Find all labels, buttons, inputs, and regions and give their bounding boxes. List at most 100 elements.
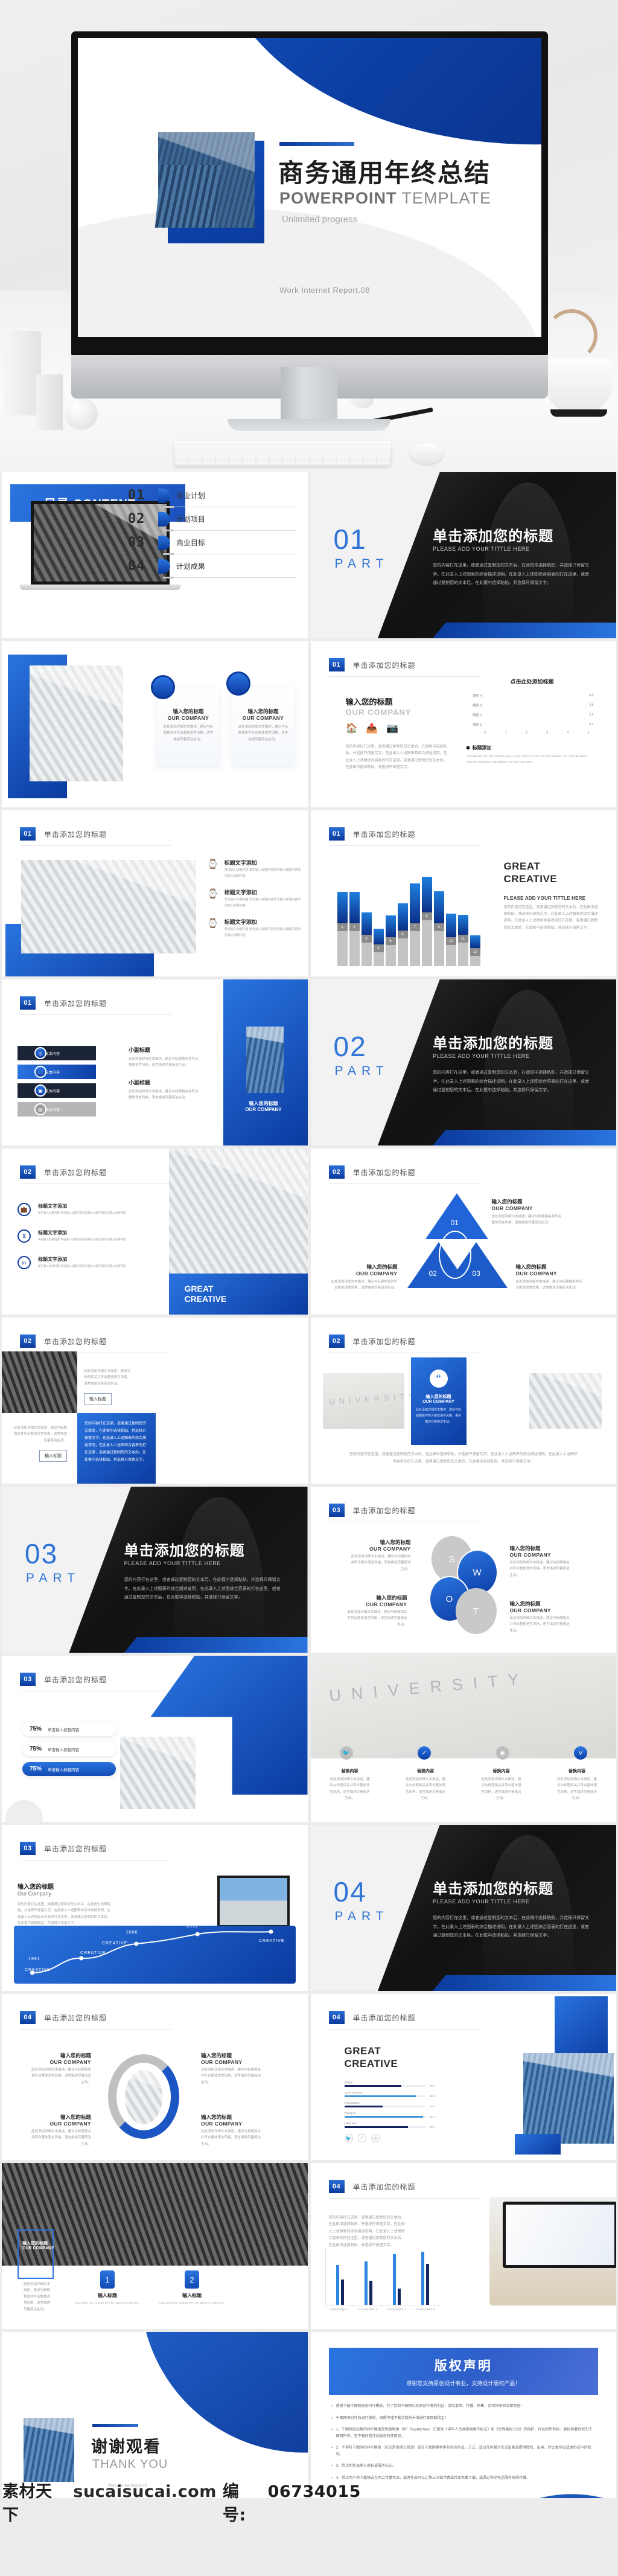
gear-icon[interactable]: ⚙ <box>371 2134 380 2142</box>
part-subtitle: PLEASE ADD YOUR TITTLE HERE <box>433 1898 530 1905</box>
triangle-number: 01 <box>450 1219 459 1227</box>
toc-item[interactable]: 01 商业计划 <box>128 488 299 508</box>
part-title: 单击添加您的标题 <box>433 1036 554 1052</box>
card[interactable]: 输入您的标题 OUR COMPANY 此处添加详细文本描述，建议与标题相关并符合… <box>232 687 294 766</box>
hands-photo <box>125 2070 162 2124</box>
left-title-en: OUR COMPANY <box>345 708 412 717</box>
percent-pill[interactable]: 75% 单击输入标题内容 <box>22 1722 116 1736</box>
slide-thank-you[interactable]: 谢谢观看 THANK YOU Work Internet Report.08 <box>2 2332 308 2498</box>
slide-triangle-diagram[interactable]: 02 单击添加您的标题 01 02 03 输入您的标题 OUR COMPANY … <box>310 1149 616 1315</box>
slide-timeline[interactable]: 03 单击添加您的标题 输入您的标题 Our Company 您的内容打在这里，… <box>2 1825 308 1991</box>
toc-item[interactable]: 02 计划项目 <box>128 511 299 531</box>
progress-label: Design <box>344 2081 353 2084</box>
slide-header: 01 单击添加您的标题 <box>20 827 107 841</box>
percent-pill-active[interactable]: 75% 单击输入标题内容 <box>22 1762 116 1776</box>
slide-part-01[interactable]: 01 PART 单击添加您的标题 PLEASE ADD YOUR TITTLE … <box>310 472 616 638</box>
toc-item[interactable]: 03 商业目标 <box>128 535 299 555</box>
category-label: CATEGORY 4 <box>415 2308 435 2311</box>
instagram-icon[interactable]: ◉ <box>495 1746 509 1760</box>
slide-person-two-steps[interactable]: 输入您的标题 OUR COMPANY 此处添加详细文本描述，建议与标题相关并符合… <box>2 2163 308 2329</box>
part-title: 单击添加您的标题 <box>433 528 554 545</box>
slide-icon-list-imac[interactable]: 02 单击添加您的标题 💼 标题文字添加 单击输入标题内容 单击输入标题内容单击… <box>2 1149 308 1315</box>
slide-circular-arrows[interactable]: 04 单击添加您的标题 输入您的标题 OUR COMPANY 此处添加详细文本描… <box>2 1994 308 2160</box>
bar-bottom <box>409 931 420 966</box>
slide-image-three-items[interactable]: 01 单击添加您的标题 ⌚ 标题文字添加 单击输入标题内容 单击输入标题内容单击… <box>2 810 308 976</box>
progress-value: 47% <box>429 2105 435 2108</box>
step[interactable]: 1 输入标题 Copy paste text. Choose the only … <box>74 2270 141 2304</box>
toc-list: 01 商业计划 02 计划项目 03 商业目标 04 计划成果 <box>128 488 299 582</box>
callout-body: 此处添加详细文本描述，建议与标题相关并符合整体语言风格，语言描述尽量简洁生动。 <box>351 1555 411 1571</box>
card[interactable]: 输入您的标题 OUR COMPANY 此处添加详细文本描述，建议与标题相关并符合… <box>158 687 219 766</box>
bar-category-label: 类别 4 <box>472 694 482 698</box>
progress-value: 78% <box>429 2126 435 2129</box>
slide-part-04[interactable]: 04 PART 单击添加您的标题 PLEASE ADD YOUR TITTLE … <box>310 1825 616 1991</box>
slide-photo-input-labels[interactable]: 02 单击添加您的标题 此处添加详细文本描述，建议与标题相关并符合整体语言风格，… <box>2 1318 308 1484</box>
step-label: 输入标题 <box>98 2293 117 2298</box>
list-row[interactable]: 相关文本内容 <box>18 1102 96 1117</box>
twitter-icon[interactable]: 🐦 <box>339 1746 353 1760</box>
watermark-brand: 素材天下 <box>2 2482 53 2525</box>
watermark: 素材天下 sucaisucai.com 编号: 06734015 <box>2 2478 361 2525</box>
toc-item[interactable]: 04 计划成果 <box>128 559 299 578</box>
imac-stand-foot <box>228 419 390 431</box>
slide-header-number: 01 <box>328 658 345 671</box>
cover-slide: 商务通用年终总结 POWERPOINT TEMPLATE Unlimited p… <box>78 38 541 337</box>
percent-pill[interactable]: 75% 单击输入标题内容 <box>22 1742 116 1756</box>
slide-part-03[interactable]: 03 PART 单击添加您的标题 PLEASE ADD YOUR TITTLE … <box>2 1487 308 1653</box>
chart-bar-row: 类别 3 3.5 <box>467 702 598 708</box>
slide-social-icons[interactable]: UNIVERSITY 🐦 ✓ ◉ V 替换内容 此处添加详细文本描述，建议与标题相… <box>310 1656 616 1822</box>
slide-progress-bars[interactable]: 04 单击添加您的标题 GREAT CREATIVE Design 70% Co… <box>310 1994 616 2160</box>
input-label[interactable]: 输入标题 <box>84 1393 112 1406</box>
slide-image-two-cards[interactable]: 📎 输入您的标题 OUR COMPANY 此处添加详细文本描述，建议与标题相关并… <box>2 641 308 807</box>
input-label[interactable]: 输入标题 <box>39 1450 67 1463</box>
slide-four-row-list[interactable]: 01 单击添加您的标题 相关文本内容 相关文本内容 相关文本内容 相关文本内容 … <box>2 979 308 1145</box>
slide-header-title: 单击添加您的标题 <box>44 1168 107 1177</box>
imac-mockup: 商务通用年终总结 POWERPOINT TEMPLATE Unlimited p… <box>71 31 548 399</box>
left-title-cn: 输入您的标题 <box>18 1884 54 1891</box>
slide-header-number: 04 <box>20 2011 36 2024</box>
list-row[interactable]: 相关文本内容 <box>18 1065 96 1079</box>
bar-month-label: 1 <box>337 923 348 931</box>
step-label: 输入标题 <box>182 2293 202 2298</box>
list-item[interactable]: ⌚ 标题文字添加 单击输入标题内容 单击输入标题内容单击输入标题内容单击输入标题… <box>207 859 304 879</box>
callout-title-en: OUR COMPANY <box>356 1270 398 1277</box>
list-row[interactable]: 相关文本内容 <box>18 1083 96 1098</box>
part-dark-panel <box>377 1825 616 1991</box>
bar-bottom <box>397 938 408 966</box>
slide-horizontal-bar-chart[interactable]: 01 单击添加您的标题 输入您的标题 OUR COMPANY 🏠 📤 📷 您的内… <box>310 641 616 807</box>
slide-twelve-bar-chart[interactable]: 01 单击添加您的标题 1 2 3 4 5 6 7 8 9 10 11 12 G… <box>310 810 616 976</box>
imac-thumb <box>217 1876 290 1927</box>
slide-header-number: 02 <box>20 1165 36 1179</box>
slide-column-chart-laptop[interactable]: 04 单击添加您的标题 您的内容打在这里，或者通过复制您的文本后，在此框中选择粘… <box>310 2163 616 2329</box>
pill-label: 单击输入标题内容 <box>48 1728 80 1732</box>
list-row[interactable]: 相关文本内容 <box>18 1046 96 1060</box>
list-item[interactable]: ⌚ 标题文字添加 单击输入标题内容 单击输入标题内容单击输入标题内容单击输入标题… <box>207 918 304 938</box>
slide-header: 01 单击添加您的标题 <box>20 996 107 1010</box>
slide-swot-analysis[interactable]: 03 单击添加您的标题 S W O T 输入您的标题 OUR COMPANY 此… <box>310 1487 616 1653</box>
facebook-icon[interactable]: f <box>357 2134 366 2142</box>
copyright-line: ▪ 1、千图网站出售的PPT模板是免版税类（RF: Royalty-free）正版… <box>331 2427 596 2440</box>
list-item[interactable]: in 标题文字添加 单击输入标题内容 单击输入标题内容单击输入标题内容单击输入标… <box>18 1256 126 1269</box>
callout-title-en: OUR COMPANY <box>201 2059 243 2065</box>
bar-month-label: 4 <box>373 944 384 952</box>
list-item[interactable]: $ 标题文字添加 单击输入标题内容 单击输入标题内容单击输入标题内容单击输入标题… <box>18 1229 126 1243</box>
callout: 输入您的标题 OUR COMPANY 此处添加详细文本描述，建议与标题相关并符合… <box>28 2113 91 2147</box>
part-word: PART <box>334 557 389 571</box>
progress-label: Communication <box>344 2091 363 2094</box>
cover-tagline: Unlimited progress <box>282 214 358 225</box>
step[interactable]: 2 输入标题 Copy paste text. Choose the only … <box>159 2270 225 2304</box>
x-tick: 3 <box>546 731 548 735</box>
upload-box-icon: 📤 <box>366 723 378 734</box>
list-item[interactable]: ⌚ 标题文字添加 单击输入标题内容 单击输入标题内容单击输入标题内容单击输入标题… <box>207 888 304 909</box>
slide-percent-pills[interactable]: 03 单击添加您的标题 75% 单击输入标题内容 75% 单击输入标题内容 75… <box>2 1656 308 1822</box>
twitter-icon[interactable]: 🐦 <box>344 2134 353 2142</box>
slide-quote-three-photos[interactable]: 02 单击添加您的标题 UNIVERSITY “ 输入您的标题 OUR COMP… <box>310 1318 616 1484</box>
vimeo-icon[interactable]: V <box>574 1746 587 1760</box>
check-icon[interactable]: ✓ <box>418 1746 431 1760</box>
slide-copyright[interactable]: 版权声明 感谢您支持原创设计事业，支持设计版权产品！ ▪ 感谢下载千图网原创PPT… <box>310 2332 616 2498</box>
slide-table-of-contents[interactable]: 目录 CONTENT 01 商业计划 02 计划项目 <box>2 472 308 638</box>
social-body: 此处添加详细文本描述，建议与标题相关并符合整体语言风格，语言描述尽量简洁生动。 <box>481 1778 521 1801</box>
list-item[interactable]: 💼 标题文字添加 单击输入标题内容 单击输入标题内容单击输入标题内容单击输入标题… <box>18 1203 126 1216</box>
slide-part-02[interactable]: 02 PART 单击添加您的标题 PLEASE ADD YOUR TITTLE … <box>310 979 616 1145</box>
briefcase-icon: ▣ <box>34 1085 46 1097</box>
